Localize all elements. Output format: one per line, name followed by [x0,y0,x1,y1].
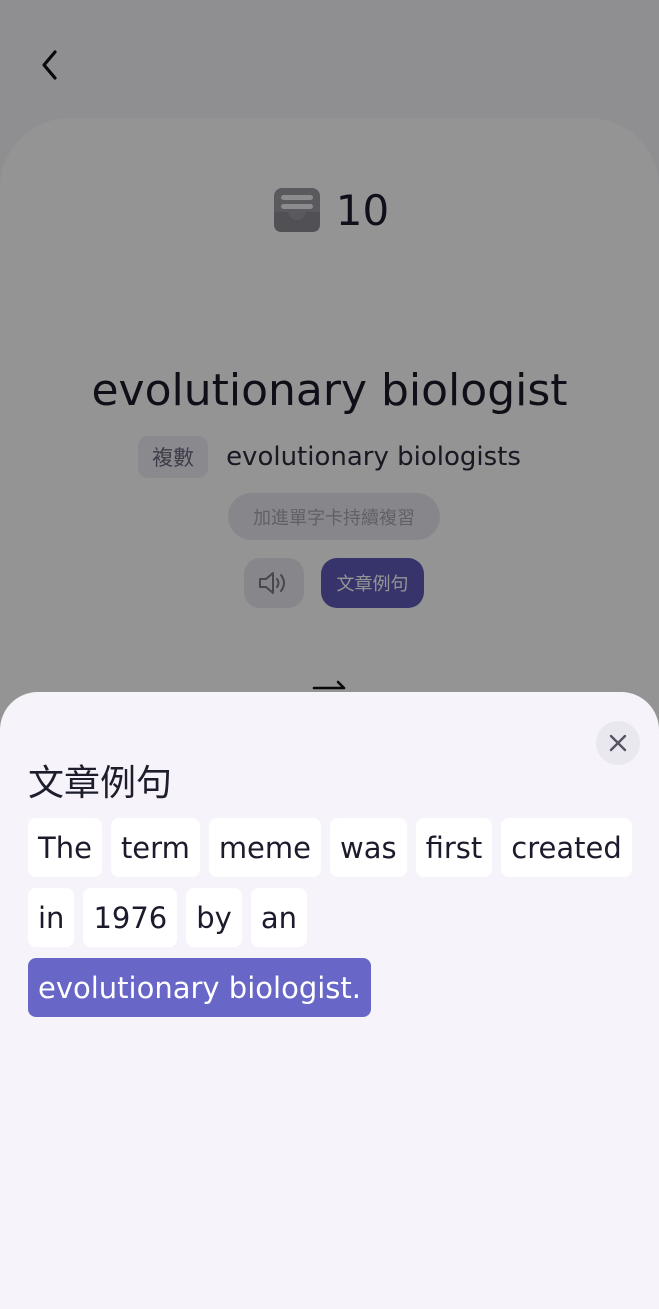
highlighted-word-token[interactable]: evolutionary biologist. [28,958,371,1017]
word-token[interactable]: The [28,818,102,877]
close-icon [609,734,627,752]
word-token[interactable]: 1976 [83,888,178,947]
word-token[interactable]: in [28,888,75,947]
word-token[interactable]: was [330,818,407,877]
word-token[interactable]: created [501,818,632,877]
sheet-title: 文章例句 [28,763,173,804]
close-button[interactable] [596,721,640,765]
sentence-tokens: The term meme was first created in 1976 … [28,818,638,1017]
word-token[interactable]: term [110,818,200,877]
word-token[interactable]: meme [208,818,321,877]
word-token[interactable]: first [415,818,493,877]
word-token[interactable]: by [186,888,242,947]
word-token[interactable]: an [250,888,307,947]
